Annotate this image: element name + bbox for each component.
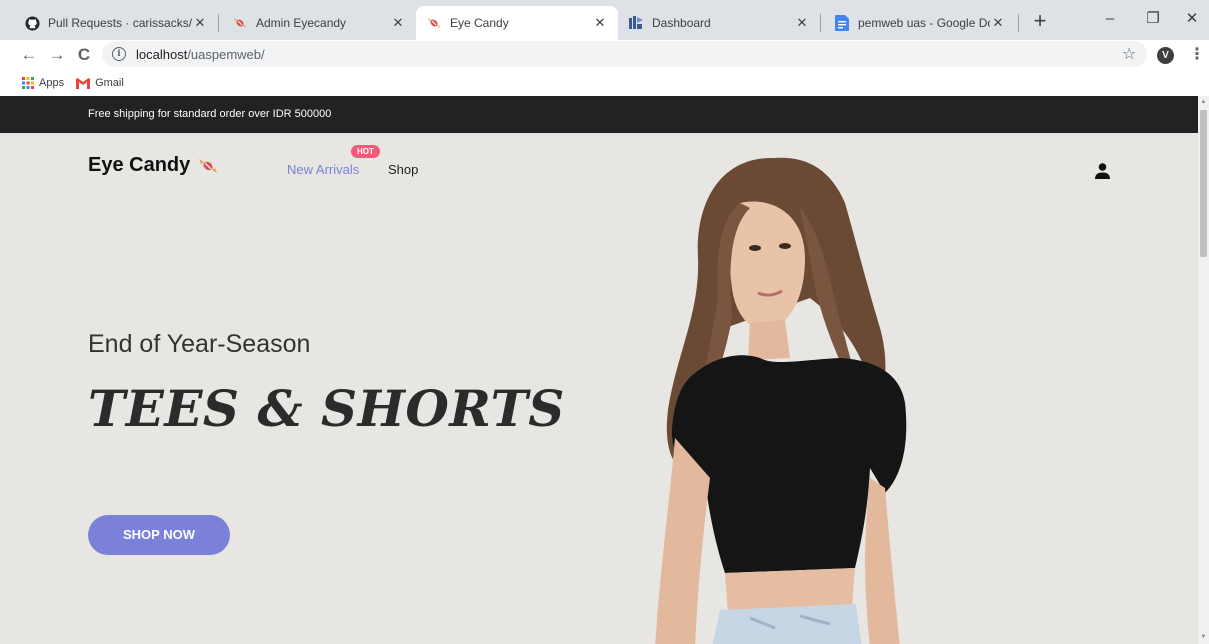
url-host: localhost	[136, 46, 188, 62]
page-scrollbar[interactable]: ▲ ▼	[1198, 96, 1209, 644]
url-path: /uaspemweb/	[187, 46, 265, 62]
close-window-button[interactable]: ✕	[1175, 6, 1209, 32]
close-tab-icon[interactable]: ✕	[390, 15, 406, 31]
tab-dashboard[interactable]: Dashboard ✕	[618, 6, 820, 40]
tab-title: pemweb uas - Google Docs	[858, 16, 990, 30]
info-icon[interactable]: i	[112, 47, 126, 61]
bookmark-label: Gmail	[95, 77, 124, 89]
nav-new-arrivals[interactable]: New Arrivals	[287, 162, 359, 177]
new-tab-button[interactable]: +	[1027, 9, 1053, 35]
bookmarks-bar: Apps Gmail	[0, 70, 1209, 96]
shop-now-button[interactable]: SHOP NOW	[88, 515, 230, 555]
site-logo[interactable]: Eye Candy	[88, 154, 218, 177]
scroll-up-arrow-icon[interactable]: ▲	[1200, 99, 1207, 106]
tab-title: Dashboard	[652, 16, 711, 30]
hero-subtitle: End of Year-Season	[88, 330, 311, 358]
user-account-icon[interactable]	[1094, 162, 1111, 184]
hero-model-image	[655, 157, 907, 644]
address-bar[interactable]: i localhost/uaspemweb/	[102, 41, 1147, 67]
close-tab-icon[interactable]: ✕	[592, 15, 608, 31]
apps-grid-icon	[22, 77, 34, 89]
tab-title: Admin Eyecandy	[256, 16, 347, 30]
profile-avatar[interactable]: V	[1157, 47, 1174, 64]
tab-separator	[1018, 14, 1019, 32]
gmail-icon	[76, 77, 91, 89]
back-button[interactable]: ←	[16, 42, 42, 68]
restore-button[interactable]: ❐	[1136, 6, 1170, 32]
candy-icon	[426, 15, 442, 31]
bookmark-apps[interactable]: Apps	[22, 77, 64, 89]
browser-toolbar: ← → C i localhost/uaspemweb/ ☆ V ⋮	[0, 40, 1209, 70]
tab-eye-candy[interactable]: Eye Candy ✕	[416, 6, 618, 40]
nav-shop[interactable]: Shop	[388, 162, 418, 177]
tab-title: Eye Candy	[450, 16, 509, 30]
minimize-button[interactable]: –	[1093, 6, 1127, 32]
hero-headline: TEES & SHORTS	[88, 379, 565, 438]
web-page: Free shipping for standard order over ID…	[0, 96, 1198, 644]
github-icon	[24, 15, 40, 31]
bookmark-label: Apps	[39, 77, 65, 89]
tab-admin-eyecandy[interactable]: Admin Eyecandy ✕	[222, 6, 416, 40]
tab-pull-requests[interactable]: Pull Requests · carissacks/uasp ✕	[14, 6, 218, 40]
close-tab-icon[interactable]: ✕	[192, 15, 208, 31]
bookmark-star-icon[interactable]: ☆	[1122, 42, 1136, 68]
hot-badge: HOT	[351, 145, 380, 158]
tab-title: Pull Requests · carissacks/uasp	[48, 16, 192, 30]
browser-menu-icon[interactable]: ⋮	[1189, 42, 1205, 68]
scroll-down-arrow-icon[interactable]: ▼	[1200, 634, 1207, 641]
forward-button[interactable]: →	[44, 42, 70, 68]
scrollbar-thumb[interactable]	[1200, 110, 1207, 257]
logo-text: Eye Candy	[88, 154, 191, 176]
tab-strip: Pull Requests · carissacks/uasp ✕ Admin …	[0, 0, 1209, 40]
close-tab-icon[interactable]: ✕	[794, 15, 810, 31]
reload-button[interactable]: C	[71, 42, 97, 68]
tab-separator	[820, 14, 821, 32]
docs-icon	[834, 15, 850, 31]
dashboard-icon	[628, 15, 644, 31]
close-tab-icon[interactable]: ✕	[990, 15, 1006, 31]
promo-bar: Free shipping for standard order over ID…	[0, 96, 1198, 133]
candy-icon	[232, 15, 248, 31]
tab-separator	[218, 14, 219, 32]
candy-icon	[199, 158, 218, 173]
bookmark-gmail[interactable]: Gmail	[76, 77, 124, 89]
tab-google-docs[interactable]: pemweb uas - Google Docs ✕	[824, 6, 1016, 40]
